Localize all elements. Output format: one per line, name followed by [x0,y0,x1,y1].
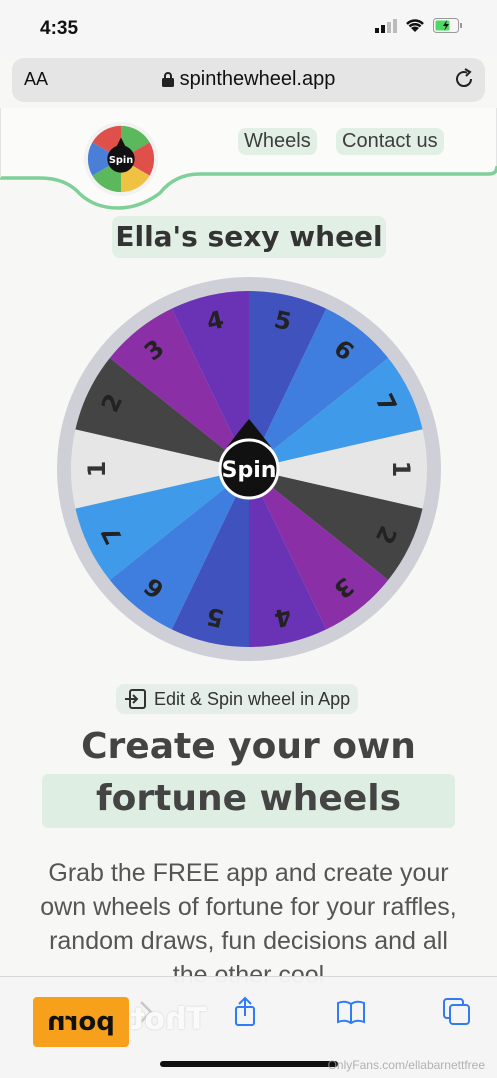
status-time: 4:35 [40,18,79,39]
status-icons [375,18,463,33]
site-header [0,108,497,210]
address-bar[interactable]: AA spinthewheel.app [12,58,485,102]
edit-spin-in-app-link[interactable]: Edit & Spin wheel in App [116,684,359,714]
site-logo[interactable]: Spin [82,120,160,198]
edit-spin-label: Edit & Spin wheel in App [154,688,351,709]
signal-icon [375,18,397,33]
lock-icon [161,72,174,88]
nav-contact-link[interactable]: Contact us [336,128,444,155]
home-indicator [160,1061,338,1067]
intro-paragraph: Grab the FREE app and create your own wh… [40,859,457,989]
headline-line-2: fortune wheels [95,778,402,819]
onlyfans-watermark: OnlyFans.com/ellabarnettfree [327,1058,485,1072]
reload-icon[interactable] [453,68,475,90]
url-text: spinthewheel.app [179,68,336,90]
battery-icon [433,18,462,33]
wheel-segment-label: 1 [387,461,415,478]
wheel-title: Ella's sexy wheel [112,216,386,258]
spin-wheel[interactable]: 1234 5671234567 Spin [56,276,442,662]
headline-line-1: Create your own [81,726,416,767]
wheel-segment-label: 1 [83,461,111,478]
url-field[interactable]: spinthewheel.app [12,68,485,91]
enter-app-icon [125,689,146,709]
spin-button-label: Spin [222,458,277,483]
watermark-ghost-text: Thot [130,1002,207,1037]
bookmarks-icon[interactable] [335,996,367,1028]
watermark-badge: porn [33,997,129,1047]
nav-wheels-link[interactable]: Wheels [238,128,317,155]
share-icon[interactable] [229,996,261,1028]
tabs-icon[interactable] [441,996,473,1028]
wifi-icon [406,19,424,32]
logo-label: Spin [109,155,133,166]
status-bar: 4:35 [0,0,497,56]
